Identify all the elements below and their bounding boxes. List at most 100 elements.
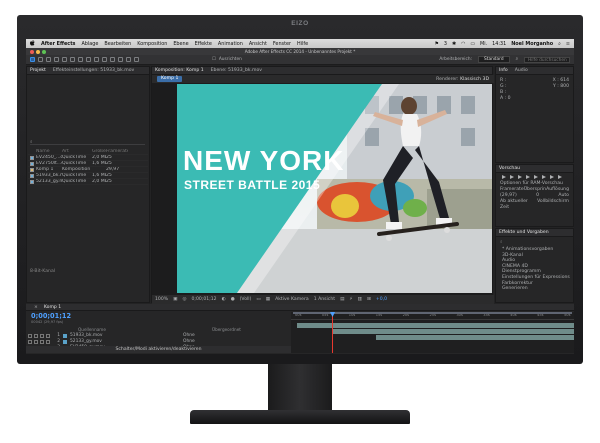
tab-layer[interactable]: Ebene: 51933_bk.mov [211,68,262,73]
column-size[interactable]: Größe [92,149,106,154]
menu-bearbeiten[interactable]: Bearbeiten [104,41,131,47]
layer-name[interactable]: 51933_bk.mov [70,333,120,338]
source-name-header[interactable]: Quellenname [78,327,154,332]
column-name[interactable]: Name [36,149,62,154]
menu-hilfe[interactable]: Hilfe [297,41,308,47]
notification-badge-icon[interactable]: ⚑ [434,41,438,47]
tab-effects-presets[interactable]: Effekte und Vorgaben [499,230,549,235]
safe-zones-icon[interactable]: ▣ [173,297,177,302]
zoom-window-icon[interactable] [42,49,46,54]
visibility-toggle-icon[interactable] [28,333,32,338]
from-current-checkbox[interactable]: Ab aktueller Zeit [500,199,537,211]
project-item[interactable]: 52133_gy.movQuickTime 2,0 MB25 [28,179,148,185]
wifi-icon[interactable]: ◠ [461,41,465,47]
snapshot-icon[interactable]: ◐ [222,297,226,302]
column-type[interactable]: Art [62,149,92,154]
clone-stamp-tool-icon[interactable] [110,57,115,62]
effects-category[interactable]: Generieren [496,286,573,292]
solo-toggle-icon[interactable] [40,339,44,344]
last-frame-icon[interactable] [534,175,538,179]
mask-tool-icon[interactable] [78,57,83,62]
visibility-toggle-icon[interactable] [28,339,32,344]
previous-frame-icon[interactable] [510,175,514,179]
loop-icon[interactable] [550,175,554,179]
list-icon[interactable]: ≡ [566,41,570,47]
project-search-input[interactable]: ⌕ [30,139,145,145]
brush-tool-icon[interactable] [102,57,107,62]
tab-effect-controls[interactable]: Effekteinstellungen: 51933_bk.mov [53,68,134,73]
lock-toggle-icon[interactable] [46,339,50,344]
channel-icon[interactable]: ● [231,297,235,302]
help-search-input[interactable]: Hilfe durchsuchen [524,56,570,63]
view-layout-select[interactable]: 1 Ansicht [314,297,335,302]
minimize-window-icon[interactable] [36,49,40,54]
current-time-display[interactable]: 0;00;01;12 [192,297,217,302]
tab-info[interactable]: Info [499,68,508,73]
audio-toggle-icon[interactable] [34,339,38,344]
composition-viewer[interactable]: NEW YORK STREET BATTLE 2015 [177,84,492,293]
comp-name-badge[interactable]: Komp 1 [157,76,183,82]
zoom-tool-icon[interactable] [46,57,51,62]
tab-preview[interactable]: Vorschau [499,166,520,171]
next-frame-icon[interactable] [526,175,530,179]
label-color-icon[interactable] [63,339,67,344]
toggle-pixel-aspect-icon[interactable]: ▤ [340,297,344,302]
close-window-icon[interactable] [30,49,34,54]
renderer-value[interactable]: Klassisch 3D [460,77,489,82]
tab-komp-1[interactable]: Komp 1 [44,305,61,310]
layer-duration-bar[interactable] [375,335,574,340]
column-framerate[interactable]: Framerate [106,149,128,154]
parent-header[interactable]: Übergeordnet [212,327,241,332]
menu-komposition[interactable]: Komposition [137,41,167,47]
tab-projekt[interactable]: Projekt [30,68,46,73]
transparency-grid-icon[interactable]: ▦ [266,297,270,302]
bit-depth[interactable]: 8-Bit-Kanal [30,269,55,274]
menu-effekte[interactable]: Effekte [195,41,212,47]
menubar-user[interactable]: Noel Morganho [511,41,553,47]
effects-search-input[interactable]: ⌕ [496,237,573,247]
menu-ansicht[interactable]: Ansicht [249,41,267,47]
parent-select[interactable]: Ohne [183,333,195,338]
fast-preview-icon[interactable]: ⚡ [349,297,352,302]
fullscreen-checkbox[interactable]: Vollbildschirm [537,199,569,211]
current-time-indicator[interactable] [332,312,334,353]
effects-category[interactable]: Einstellungen für Expressions [496,275,573,281]
timeline-current-time[interactable]: 0;00;01;12 [31,312,71,320]
apple-menu-icon[interactable] [30,39,35,48]
puppet-tool-icon[interactable] [134,57,139,62]
hand-tool-icon[interactable] [38,57,43,62]
menu-after-effects[interactable]: After Effects [41,41,75,47]
timeline-layer[interactable]: 1 51933_bk.mov Ohne [26,333,291,339]
lock-toggle-icon[interactable] [46,333,50,338]
region-of-interest-icon[interactable]: ▭ [256,297,260,302]
tab-audio[interactable]: Audio [515,68,528,73]
pan-behind-tool-icon[interactable] [70,57,75,62]
magnification-select[interactable]: 100% [155,297,168,302]
resolution-select[interactable]: (Voll) [240,297,252,302]
exposure-value[interactable]: +0,0 [376,297,387,302]
solo-toggle-icon[interactable] [40,333,44,338]
bluetooth-icon[interactable]: ✱ [452,41,456,47]
layer-duration-bar[interactable] [296,323,574,328]
layer-name[interactable]: 52133_gy.mov [70,339,120,344]
tab-composition[interactable]: Komposition: Komp 1 [155,68,204,73]
battery-icon[interactable]: ▭ [470,41,475,47]
roto-brush-tool-icon[interactable] [126,57,131,62]
audio-icon[interactable] [542,175,546,179]
menu-ablage[interactable]: Ablage [81,41,98,47]
flowchart-icon[interactable]: ⊞ [367,297,371,302]
timeline-layer[interactable]: 2 52133_gy.mov Ohne [26,339,291,345]
timeline-graph[interactable]: 00s 05s 10s 15s 20s 25s 30s 35s 40s 45s 50s [291,312,574,353]
menu-ebene[interactable]: Ebene [173,41,188,47]
pen-tool-icon[interactable] [86,57,91,62]
layer-duration-bar[interactable] [333,329,574,334]
close-tab-icon[interactable]: × [34,305,38,310]
label-color-icon[interactable] [63,333,67,338]
type-tool-icon[interactable] [94,57,99,62]
menu-animation[interactable]: Animation [218,41,243,47]
help-search-icon[interactable]: ⌕ [516,57,518,62]
3d-view-select[interactable]: Aktive Kamera [275,297,309,302]
camera-snapshot-icon[interactable]: ◎ [182,297,186,302]
toggle-switches-modes[interactable]: Schalter/Modi aktivieren/deaktivieren [115,347,201,352]
eraser-tool-icon[interactable] [118,57,123,62]
